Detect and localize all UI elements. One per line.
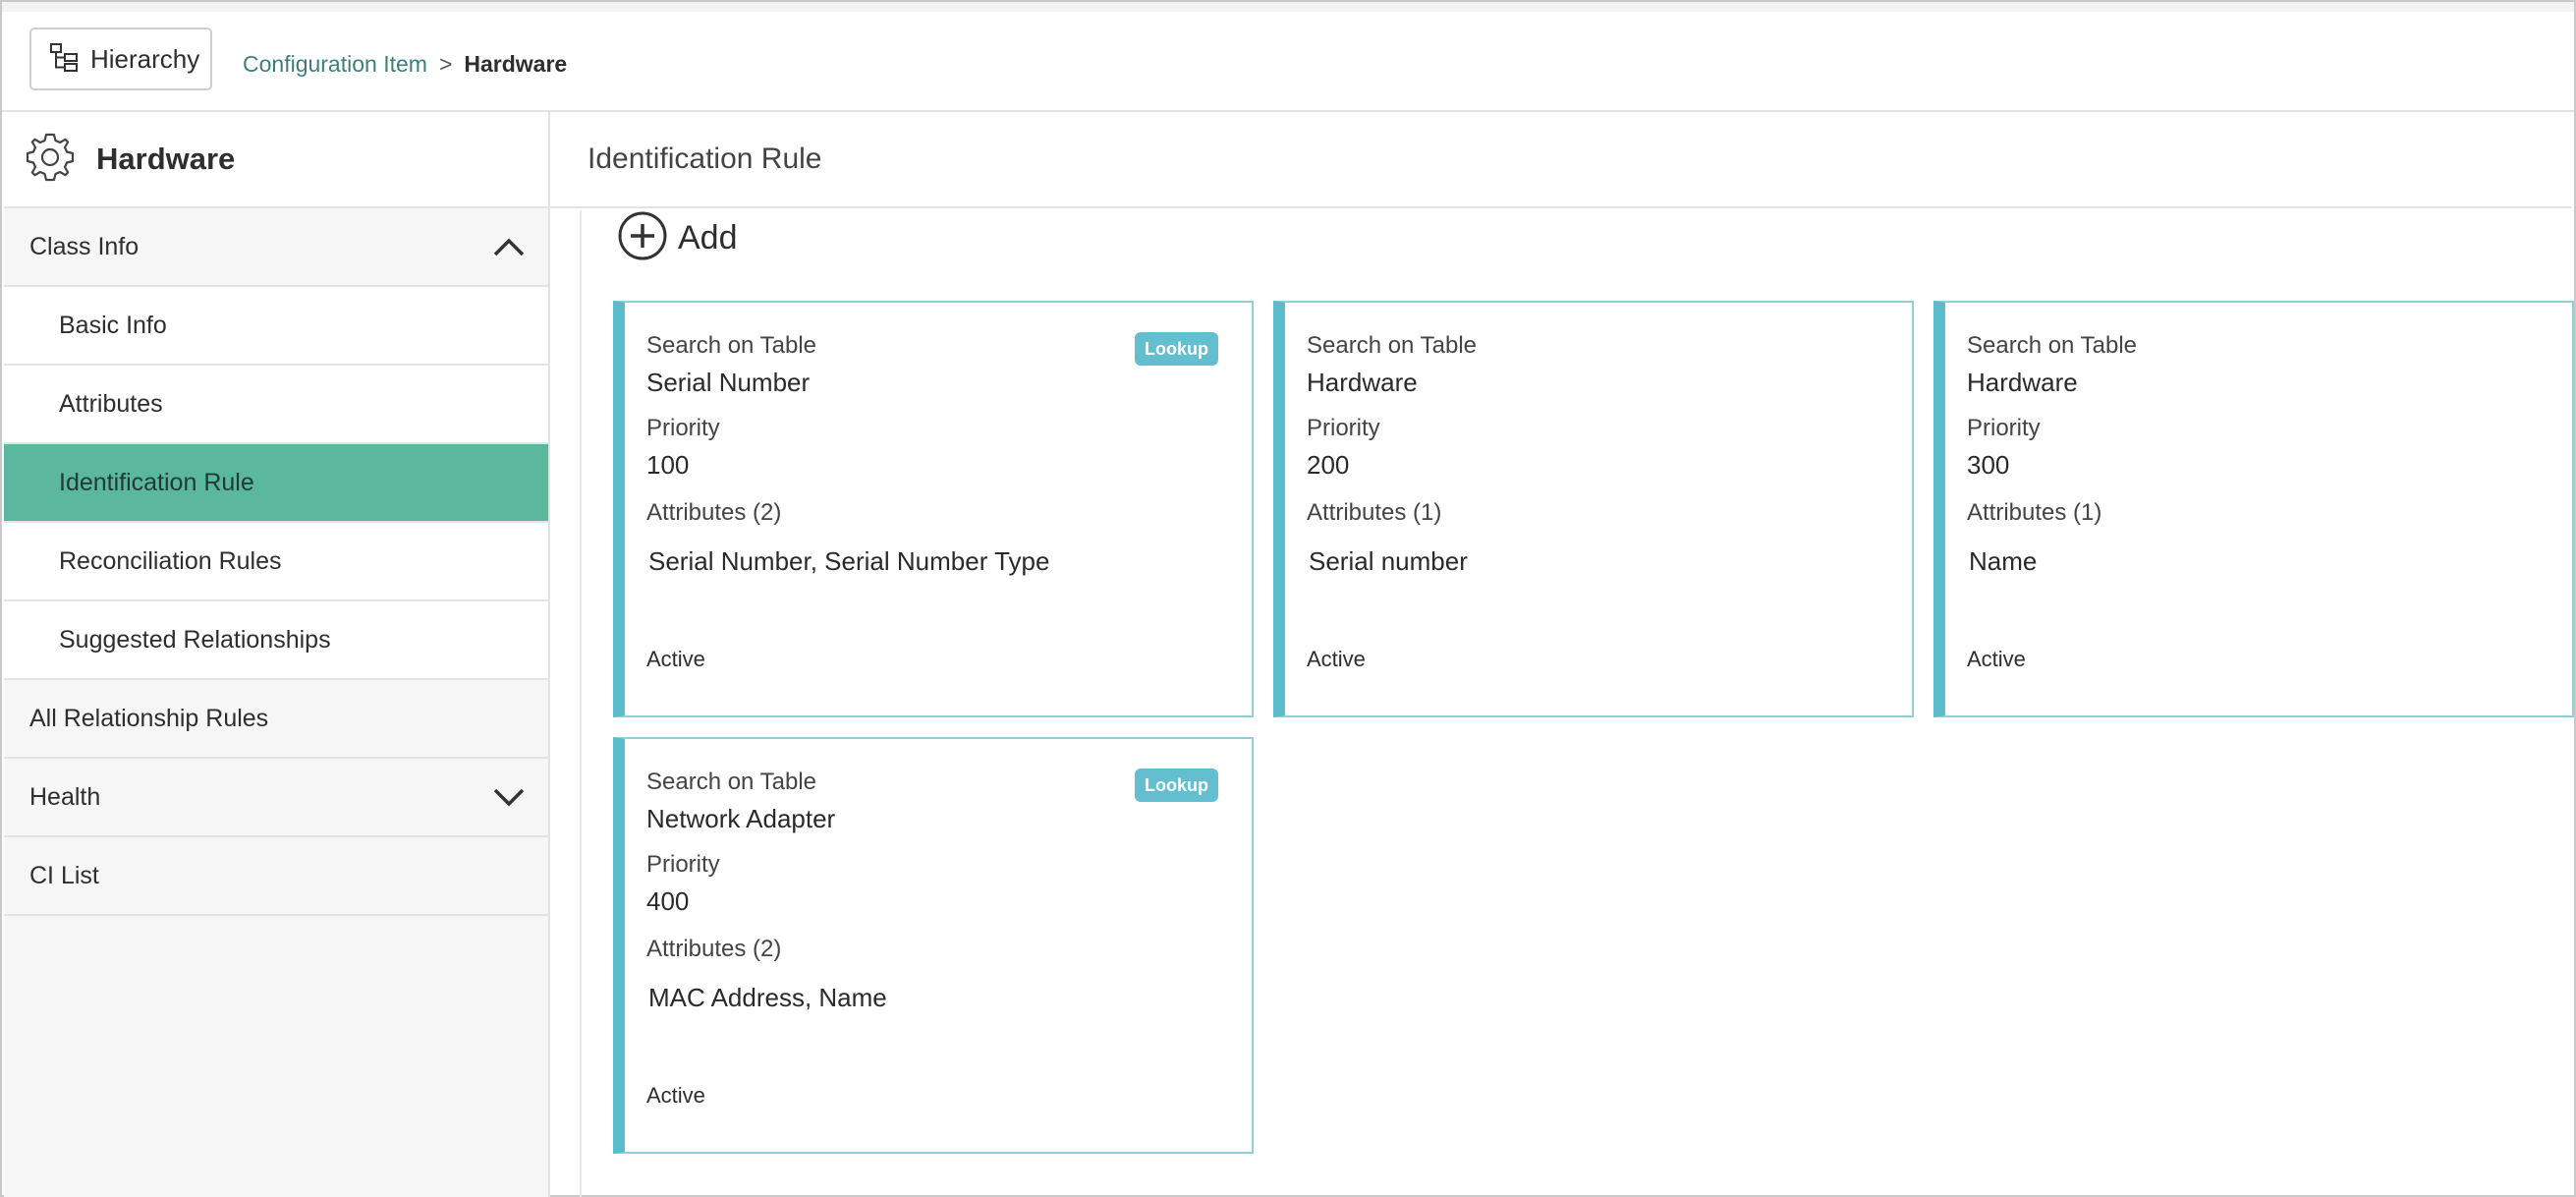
table-label: Search on Table [646,769,817,795]
sidebar-item-label: Health [29,782,101,811]
sidebar-item-ci-list[interactable]: CI List [4,837,548,916]
sidebar: Hardware Class Info Basic Info Attribute… [4,112,550,1197]
sidebar-item-label: Attributes [59,389,163,418]
rule-card[interactable]: Search on Table Serial Number Lookup Pri… [613,301,1254,717]
add-label: Add [678,219,738,256]
sidebar-item-all-relationship-rules[interactable]: All Relationship Rules [4,680,548,759]
sidebar-item-label: Identification Rule [59,468,254,496]
sidebar-item-health[interactable]: Health [4,759,548,837]
hierarchy-button[interactable]: Hierarchy [29,28,212,90]
table-label: Search on Table [1307,332,1478,359]
status-text: Active [1967,647,2026,671]
hierarchy-label: Hierarchy [90,43,200,74]
sidebar-item-class-info[interactable]: Class Info [4,208,548,287]
priority-label: Priority [1967,415,2041,441]
attributes-value: Name [1969,546,2038,576]
sidebar-item-label: CI List [29,861,99,889]
sidebar-item-reconciliation-rules[interactable]: Reconciliation Rules [4,523,548,601]
priority-label: Priority [646,851,720,878]
attributes-label: Attributes (2) [646,936,782,962]
gear-icon [24,131,77,189]
attributes-value: Serial Number, Serial Number Type [648,546,1050,576]
lookup-badge: Lookup [1135,332,1218,366]
sidebar-item-label: Basic Info [59,311,167,339]
breadcrumb-separator: > [438,51,453,77]
priority-label: Priority [1307,415,1380,441]
content-divider [580,210,582,1197]
sidebar-item-label: Suggested Relationships [59,625,331,654]
status-text: Active [646,647,705,671]
chevron-up-icon[interactable] [489,227,529,266]
sidebar-title: Hardware [96,142,236,176]
status-text: Active [646,1083,705,1108]
app-window: Hierarchy Configuration Item > Hardware … [0,0,2576,1197]
top-bar: Hierarchy Configuration Item > Hardware [2,2,2574,112]
sidebar-item-identification-rule[interactable]: Identification Rule [4,444,548,523]
priority-value: 400 [646,886,690,916]
attributes-label: Attributes (1) [1307,499,1442,526]
main-panel: Identification Rule Add Search on Table … [550,112,2574,1197]
table-value: Serial Number [646,368,811,397]
sidebar-item-label: Class Info [29,232,140,260]
page-title: Identification Rule [550,112,2572,208]
attributes-label: Attributes (2) [646,499,782,526]
sidebar-item-attributes[interactable]: Attributes [4,366,548,444]
status-text: Active [1307,647,1366,671]
sidebar-item-basic-info[interactable]: Basic Info [4,287,548,366]
table-label: Search on Table [1967,332,2138,359]
breadcrumb: Configuration Item > Hardware [243,51,567,78]
chevron-down-icon[interactable] [489,777,529,817]
breadcrumb-parent-link[interactable]: Configuration Item [243,51,427,78]
table-value: Network Adapter [646,804,836,833]
priority-value: 200 [1307,450,1350,480]
table-value: Hardware [1967,368,2078,397]
priority-label: Priority [646,415,720,441]
breadcrumb-current: Hardware [464,51,568,77]
rule-card[interactable]: Search on Table Hardware Priority 300 At… [1933,301,2574,717]
rule-card[interactable]: Search on Table Hardware Priority 200 At… [1273,301,1914,717]
sidebar-item-label: All Relationship Rules [29,704,269,732]
priority-value: 300 [1967,450,2010,480]
rule-card[interactable]: Search on Table Network Adapter Lookup P… [613,737,1254,1154]
sidebar-header: Hardware [4,112,548,208]
table-label: Search on Table [646,332,817,359]
attributes-value: Serial number [1309,546,1468,576]
add-button[interactable]: Add [617,210,738,266]
attributes-label: Attributes (1) [1967,499,2102,526]
attributes-value: MAC Address, Name [648,983,887,1012]
add-circle-icon [617,210,668,266]
table-value: Hardware [1307,368,1418,397]
lookup-badge: Lookup [1135,769,1218,802]
hierarchy-icon [49,42,79,77]
sidebar-item-suggested-relationships[interactable]: Suggested Relationships [4,601,548,680]
sidebar-item-label: Reconciliation Rules [59,546,282,575]
priority-value: 100 [646,450,690,480]
